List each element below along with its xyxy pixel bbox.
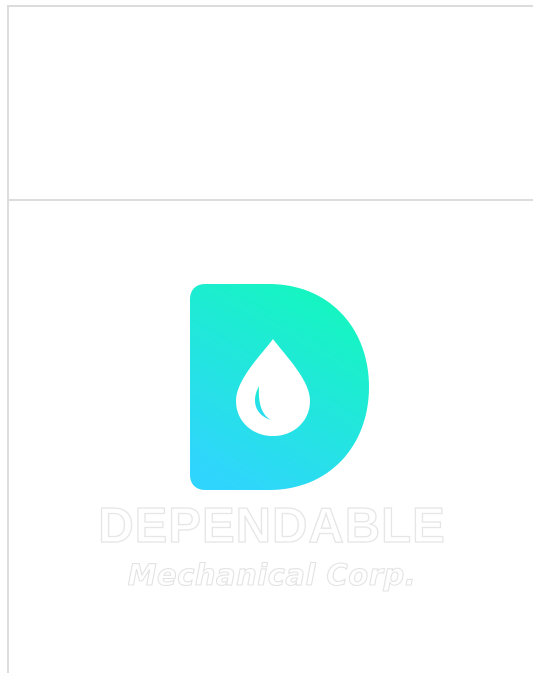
brand-tagline-wrap: Mechanical Corp. xyxy=(60,557,484,597)
brand-name: DEPENDABLE xyxy=(98,498,446,553)
brand-wordmark: DEPENDABLE xyxy=(60,498,484,554)
logo-d-water-drop-icon xyxy=(189,283,370,491)
page: DEPENDABLE Mechanical Corp. xyxy=(0,0,533,673)
brand-tagline: Mechanical Corp. xyxy=(127,557,417,592)
top-frame xyxy=(7,5,533,201)
